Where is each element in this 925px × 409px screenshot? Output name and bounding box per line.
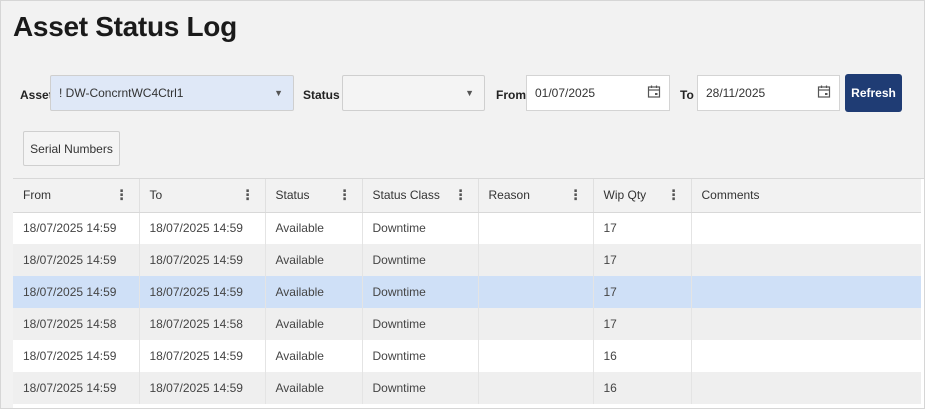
kebab-menu-icon[interactable]: ⋮	[569, 187, 583, 204]
cell-reason	[478, 212, 594, 244]
cell-status-class: Downtime	[362, 212, 479, 244]
status-log-grid: From ⋮ To ⋮ Status ⋮ Status Class ⋮ Reason ⋮ …	[13, 178, 924, 408]
cell-wip-qty: 16	[593, 372, 692, 404]
page-title: Asset Status Log	[13, 11, 237, 42]
cell-comments	[691, 372, 921, 404]
from-date-input[interactable]: 01/07/2025	[526, 75, 670, 111]
serial-numbers-button[interactable]: Serial Numbers	[23, 131, 120, 166]
cell-wip-qty: 17	[593, 276, 692, 308]
to-date-input[interactable]: 28/11/2025	[697, 75, 840, 111]
cell-wip-qty: 17	[593, 212, 692, 244]
cell-wip-qty: 16	[593, 340, 692, 372]
cell-to: 18/07/2025 14:59	[139, 244, 266, 276]
column-header-wip-qty[interactable]: Wip Qty ⋮	[593, 179, 692, 213]
kebab-menu-icon[interactable]: ⋮	[338, 187, 352, 204]
cell-status: Available	[265, 340, 363, 372]
cell-status-class: Downtime	[362, 308, 479, 340]
cell-status-class: Downtime	[362, 276, 479, 308]
column-header-to[interactable]: To ⋮	[139, 179, 266, 213]
cell-to: 18/07/2025 14:58	[139, 308, 266, 340]
kebab-menu-icon[interactable]: ⋮	[454, 187, 468, 204]
table-row-selected[interactable]: 18/07/2025 14:59 18/07/2025 14:59 Availa…	[13, 276, 921, 308]
from-date-value: 01/07/2025	[535, 86, 596, 100]
column-header-comments[interactable]: Comments	[691, 179, 921, 213]
cell-status-class: Downtime	[362, 340, 479, 372]
cell-from: 18/07/2025 14:59	[13, 340, 140, 372]
kebab-menu-icon[interactable]: ⋮	[241, 187, 255, 204]
cell-reason	[478, 276, 594, 308]
from-label: From	[496, 88, 526, 102]
cell-wip-qty: 17	[593, 244, 692, 276]
asset-status-log-page: Asset Status Log Asset ! DW-ConcrntWC4Ct…	[0, 0, 925, 409]
cell-status-class: Downtime	[362, 244, 479, 276]
asset-label: Asset	[20, 88, 53, 102]
kebab-menu-icon[interactable]: ⋮	[667, 187, 681, 204]
cell-comments	[691, 244, 921, 276]
cell-to: 18/07/2025 14:59	[139, 212, 266, 244]
cell-from: 18/07/2025 14:59	[13, 276, 140, 308]
cell-to: 18/07/2025 14:59	[139, 276, 266, 308]
status-select[interactable]: ▼	[342, 75, 485, 111]
cell-comments	[691, 308, 921, 340]
cell-status: Available	[265, 308, 363, 340]
status-log-table: From ⋮ To ⋮ Status ⋮ Status Class ⋮ Reason ⋮ …	[13, 179, 921, 404]
cell-reason	[478, 372, 594, 404]
table-row[interactable]: 18/07/2025 14:59 18/07/2025 14:59 Availa…	[13, 212, 921, 244]
table-row[interactable]: 18/07/2025 14:59 18/07/2025 14:59 Availa…	[13, 372, 921, 404]
cell-from: 18/07/2025 14:59	[13, 372, 140, 404]
table-header-row: From ⋮ To ⋮ Status ⋮ Status Class ⋮ Reason ⋮ …	[13, 179, 921, 213]
chevron-down-icon: ▼	[274, 88, 283, 98]
cell-status: Available	[265, 372, 363, 404]
to-label: To	[680, 88, 694, 102]
cell-status: Available	[265, 212, 363, 244]
kebab-menu-icon[interactable]: ⋮	[115, 187, 129, 204]
column-header-status[interactable]: Status ⋮	[265, 179, 363, 213]
table-row[interactable]: 18/07/2025 14:58 18/07/2025 14:58 Availa…	[13, 308, 921, 340]
asset-select[interactable]: ! DW-ConcrntWC4Ctrl1 ▼	[50, 75, 294, 111]
cell-from: 18/07/2025 14:59	[13, 212, 140, 244]
column-header-status-class[interactable]: Status Class ⋮	[362, 179, 479, 213]
cell-from: 18/07/2025 14:58	[13, 308, 140, 340]
cell-to: 18/07/2025 14:59	[139, 340, 266, 372]
cell-to: 18/07/2025 14:59	[139, 372, 266, 404]
cell-reason	[478, 244, 594, 276]
cell-comments	[691, 212, 921, 244]
column-header-from[interactable]: From ⋮	[13, 179, 140, 213]
chevron-down-icon: ▼	[465, 88, 474, 98]
table-row[interactable]: 18/07/2025 14:59 18/07/2025 14:59 Availa…	[13, 244, 921, 276]
cell-status: Available	[265, 244, 363, 276]
cell-comments	[691, 340, 921, 372]
table-row[interactable]: 18/07/2025 14:59 18/07/2025 14:59 Availa…	[13, 340, 921, 372]
status-label: Status	[303, 88, 340, 102]
asset-select-value: ! DW-ConcrntWC4Ctrl1	[59, 86, 184, 100]
calendar-icon[interactable]	[817, 85, 831, 102]
cell-comments	[691, 276, 921, 308]
cell-status-class: Downtime	[362, 372, 479, 404]
calendar-icon[interactable]	[647, 85, 661, 102]
column-header-reason[interactable]: Reason ⋮	[478, 179, 594, 213]
cell-wip-qty: 17	[593, 308, 692, 340]
refresh-button[interactable]: Refresh	[845, 74, 902, 112]
cell-status: Available	[265, 276, 363, 308]
cell-reason	[478, 340, 594, 372]
cell-from: 18/07/2025 14:59	[13, 244, 140, 276]
to-date-value: 28/11/2025	[706, 86, 766, 100]
cell-reason	[478, 308, 594, 340]
